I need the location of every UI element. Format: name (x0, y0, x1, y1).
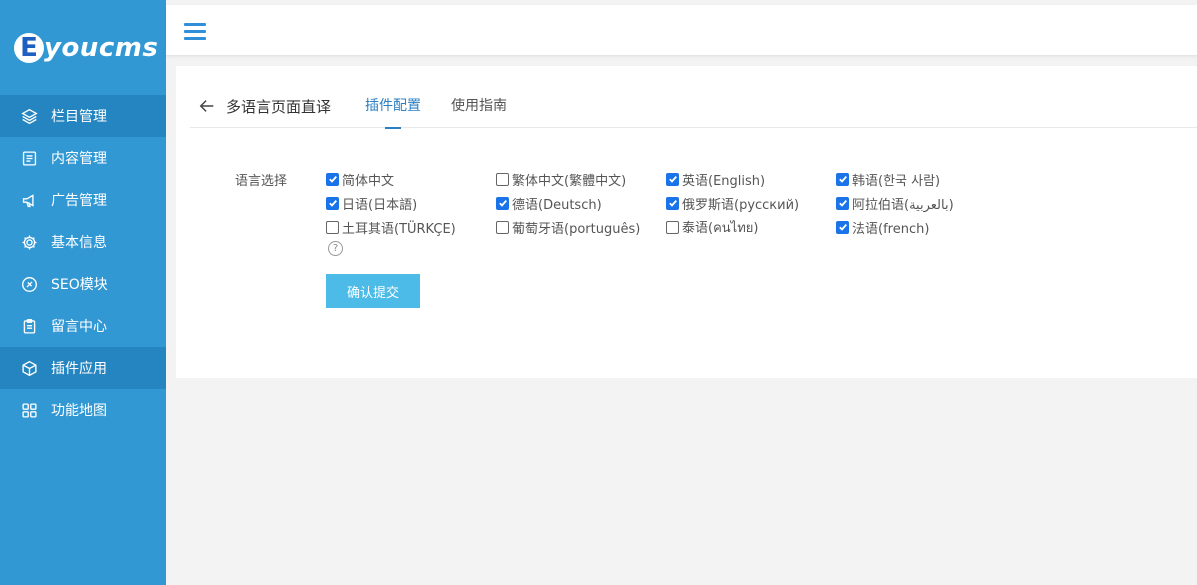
sidebar-item-label: 广告管理 (51, 193, 107, 209)
hamburger-icon[interactable] (184, 23, 206, 41)
language-label: 土耳其语(TÜRKÇE) (342, 221, 456, 237)
language-options: 简体中文 繁体中文(繁體中文) 英语(English) 韩语(한국 사람) 日语… (326, 167, 1006, 239)
top-bar (166, 5, 1197, 56)
language-label: 韩语(한국 사람) (852, 173, 941, 189)
sidebar-item-label: 栏目管理 (51, 109, 107, 125)
checkbox[interactable] (836, 220, 849, 234)
sidebar-menu: 栏目管理 内容管理 广告管理 基本信息 SEO模块 留言中心 插件应用 功能地图 (0, 95, 166, 431)
page-title: 多语言页面直译 (226, 97, 332, 116)
language-option-zh-tw[interactable]: 繁体中文(繁體中文) (496, 170, 666, 189)
language-label: 繁体中文(繁體中文) (512, 173, 627, 189)
checkbox[interactable] (326, 196, 339, 210)
language-label: 阿拉伯语(بالعربية) (852, 197, 954, 213)
language-option-en[interactable]: 英语(English) (666, 170, 836, 189)
logo-mark: E (14, 33, 44, 63)
sidebar-item-basic-info[interactable]: 基本信息 (0, 221, 166, 263)
language-option-pt[interactable]: 葡萄牙语(português) (496, 218, 666, 237)
checkbox[interactable] (326, 172, 339, 186)
logo[interactable]: E youcms (14, 30, 158, 66)
sidebar-item-seo[interactable]: SEO模块 (0, 263, 166, 305)
checkbox[interactable] (836, 172, 849, 186)
checkbox[interactable] (326, 220, 339, 234)
language-label: 俄罗斯语(русский) (682, 197, 800, 213)
sidebar-item-message-center[interactable]: 留言中心 (0, 305, 166, 347)
sidebar: E youcms 栏目管理 内容管理 广告管理 基本信息 SEO模块 留言中心 … (0, 0, 166, 585)
language-row: 土耳其语(TÜRKÇE) 葡萄牙语(português) 泰语(คนไทย) 法… (326, 215, 1006, 239)
language-select-label: 语言选择 (235, 174, 288, 189)
checkbox[interactable] (666, 196, 679, 210)
language-option-ja[interactable]: 日语(日本語) (326, 194, 496, 213)
language-label: 英语(English) (682, 173, 766, 189)
checkbox[interactable] (496, 196, 509, 210)
language-option-ko[interactable]: 韩语(한국 사람) (836, 170, 1006, 189)
language-option-tr[interactable]: 土耳其语(TÜRKÇE) (326, 218, 496, 237)
sidebar-item-column-management[interactable]: 栏目管理 (0, 95, 166, 137)
language-row: 简体中文 繁体中文(繁體中文) 英语(English) 韩语(한국 사람) (326, 167, 1006, 191)
language-option-ru[interactable]: 俄罗斯语(русский) (666, 194, 836, 213)
clipboard-icon (20, 317, 38, 335)
language-option-ar[interactable]: 阿拉伯语(بالعربية) (836, 194, 1006, 213)
sidebar-item-label: 内容管理 (51, 151, 107, 167)
tab-plugin-config[interactable]: 插件配置 (365, 88, 421, 129)
language-label: 泰语(คนไทย) (682, 220, 759, 236)
checkbox[interactable] (496, 172, 509, 186)
language-label: 法语(french) (852, 221, 930, 237)
sidebar-item-content-management[interactable]: 内容管理 (0, 137, 166, 179)
arrow-left-icon (199, 100, 214, 112)
layers-icon (20, 107, 38, 125)
sidebar-item-ad-management[interactable]: 广告管理 (0, 179, 166, 221)
sidebar-item-function-map[interactable]: 功能地图 (0, 389, 166, 431)
seo-icon (20, 275, 38, 293)
language-option-de[interactable]: 德语(Deutsch) (496, 194, 666, 213)
language-option-fr[interactable]: 法语(french) (836, 218, 1006, 237)
logo-text: youcms (44, 33, 159, 63)
sidebar-item-label: 插件应用 (51, 361, 107, 377)
language-label: 简体中文 (342, 173, 395, 189)
grid-icon (20, 401, 38, 419)
tab-bar: 多语言页面直译 插件配置 使用指南 (190, 88, 1197, 129)
help-icon[interactable]: ? (328, 241, 343, 256)
language-label: 日语(日本語) (342, 197, 418, 213)
checkbox[interactable] (836, 196, 849, 210)
language-label: 葡萄牙语(português) (512, 221, 641, 237)
sidebar-item-label: 留言中心 (51, 319, 107, 335)
sidebar-item-label: SEO模块 (51, 277, 108, 293)
sidebar-item-label: 基本信息 (51, 235, 107, 251)
sidebar-item-plugins[interactable]: 插件应用 (0, 347, 166, 389)
language-option-th[interactable]: 泰语(คนไทย) (666, 217, 836, 238)
submit-button[interactable]: 确认提交 (326, 274, 420, 308)
cube-icon (20, 359, 38, 377)
sidebar-item-label: 功能地图 (51, 403, 107, 419)
gear-icon (20, 233, 38, 251)
megaphone-icon (20, 191, 38, 209)
document-icon (20, 149, 38, 167)
language-option-zh-cn[interactable]: 简体中文 (326, 170, 496, 189)
checkbox[interactable] (666, 172, 679, 186)
content-panel: 多语言页面直译 插件配置 使用指南 语言选择 简体中文 繁体中文(繁體中文) 英… (176, 66, 1197, 378)
checkbox[interactable] (666, 220, 679, 234)
language-row: 日语(日本語) 德语(Deutsch) 俄罗斯语(русский) 阿拉伯语(ب… (326, 191, 1006, 215)
back-button[interactable]: 多语言页面直译 (190, 88, 331, 124)
checkbox[interactable] (496, 220, 509, 234)
language-label: 德语(Deutsch) (512, 197, 602, 213)
tab-usage-guide[interactable]: 使用指南 (451, 88, 507, 128)
